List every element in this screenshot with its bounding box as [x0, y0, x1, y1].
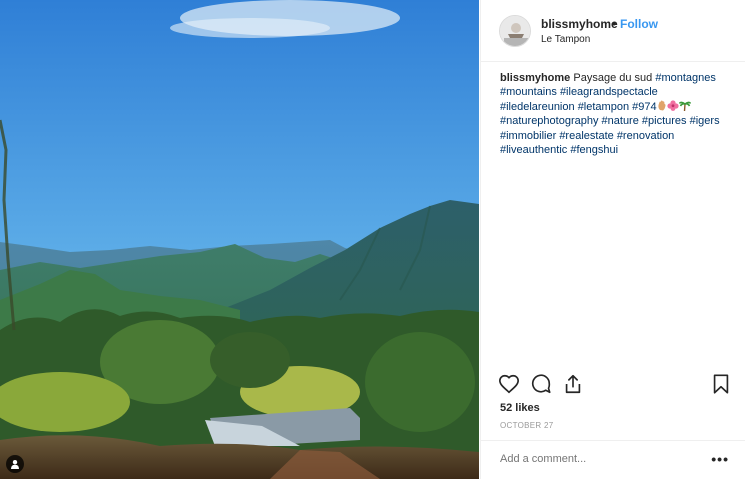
hashtag-link[interactable]: #renovation	[617, 130, 675, 142]
hashtag-link[interactable]: #pictures	[642, 115, 687, 127]
hashtag-link[interactable]: #fengshui	[570, 144, 618, 156]
hashtag-link[interactable]: #mountains	[500, 86, 557, 98]
bookmark-icon[interactable]	[710, 373, 732, 395]
more-options-icon[interactable]: •••	[711, 451, 729, 467]
palm-tree-emoji	[678, 101, 691, 111]
hibiscus-emoji	[667, 100, 679, 111]
likes-count[interactable]: 52 likes	[500, 402, 540, 414]
hashtag-link[interactable]: #naturephotography	[500, 115, 598, 127]
post-photo[interactable]	[0, 0, 479, 479]
username-link[interactable]: blissmyhome	[541, 17, 618, 31]
post-sidebar: blissmyhome • Follow Le Tampon blissmyho…	[480, 0, 745, 479]
avatar[interactable]	[499, 15, 531, 47]
hashtag-link[interactable]: #nature	[602, 115, 639, 127]
post-header: blissmyhome • Follow Le Tampon	[481, 0, 745, 62]
caption-username[interactable]: blissmyhome	[500, 72, 570, 84]
mountain-landscape-image	[0, 0, 479, 479]
hashtag-link[interactable]: #montagnes	[655, 72, 716, 84]
post-caption: blissmyhome Paysage du sud #montagnes #m…	[500, 71, 732, 157]
hashtag-link[interactable]: #immobilier	[500, 130, 556, 142]
heart-icon[interactable]	[498, 373, 520, 395]
follow-button[interactable]: Follow	[620, 17, 658, 31]
hashtag-link[interactable]: #974	[632, 101, 656, 113]
user-tag-icon[interactable]	[6, 455, 24, 473]
hashtag-link[interactable]: #iledelareunion	[500, 101, 575, 113]
hand-emoji	[658, 100, 666, 111]
hashtag-link[interactable]: #igers	[690, 115, 720, 127]
post-date[interactable]: OCTOBER 27	[500, 421, 554, 430]
hashtag-link[interactable]: #ileagrandspectacle	[560, 86, 658, 98]
comment-bar: •••	[481, 440, 745, 479]
post-actions	[481, 370, 745, 398]
hashtag-link[interactable]: #realestate	[559, 130, 613, 142]
share-icon[interactable]	[562, 373, 584, 395]
location-link[interactable]: Le Tampon	[541, 34, 590, 45]
comment-icon[interactable]	[530, 373, 552, 395]
separator-dot: •	[612, 17, 617, 31]
hashtag-link[interactable]: #letampon	[578, 101, 629, 113]
caption-text: Paysage du sud	[573, 72, 653, 84]
comment-input[interactable]	[500, 453, 700, 465]
hashtag-link[interactable]: #liveauthentic	[500, 144, 567, 156]
